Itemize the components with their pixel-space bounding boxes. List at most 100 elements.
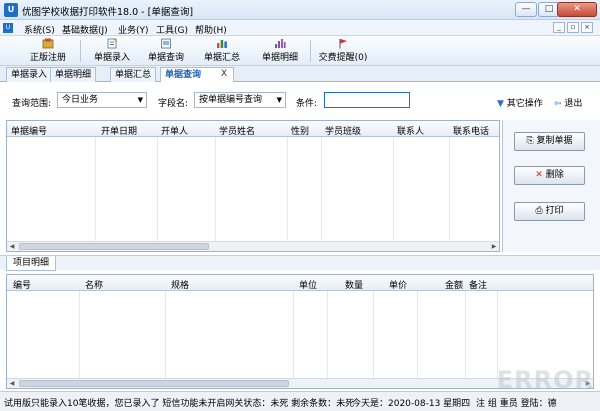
exit-label: 退出	[564, 99, 583, 109]
column-divider	[417, 291, 418, 379]
col-item-no[interactable]: 编号	[13, 278, 31, 291]
col-phone[interactable]: 联系电话	[453, 124, 489, 137]
col-issuer[interactable]: 开单人	[161, 124, 188, 137]
chevron-down-icon: ▼	[137, 96, 143, 104]
print-label: 打印	[545, 206, 564, 216]
column-divider	[321, 137, 322, 241]
column-divider	[215, 137, 216, 241]
query-icon	[161, 38, 171, 49]
close-button[interactable]: ✕	[557, 2, 597, 17]
status-bar: 试用版只能录入10笔收据，您已录入了 短信功能未开启网关状态：未死 剩余条数：未…	[0, 391, 600, 411]
col-student-name[interactable]: 学员姓名	[219, 124, 255, 137]
column-divider	[393, 137, 394, 241]
tab-summary[interactable]: 单据汇总	[110, 67, 157, 82]
menu-business[interactable]: 业务(Y)	[118, 23, 149, 36]
status-date: 今天是：2020-08-13 星期四	[352, 399, 471, 409]
summary-button[interactable]: 单据汇总	[198, 38, 246, 64]
reminder-button[interactable]: 交费提醒(0)	[316, 38, 370, 64]
exit-button[interactable]: ⇦ 退出	[554, 96, 582, 109]
menu-help[interactable]: 帮助(H)	[195, 23, 227, 36]
column-divider	[157, 137, 158, 241]
scroll-left-icon[interactable]: ◀	[7, 242, 17, 251]
register-button[interactable]: 正版注册	[22, 38, 74, 64]
tab-close-icon[interactable]: X	[221, 69, 227, 79]
col-item-price[interactable]: 单价	[389, 278, 407, 291]
other-ops-button[interactable]: ▼ 其它操作	[497, 96, 543, 109]
exit-icon: ⇦	[554, 99, 562, 109]
field-label: 字段名:	[158, 99, 189, 109]
col-item-remark[interactable]: 备注	[469, 278, 487, 291]
col-bill-no[interactable]: 单据编号	[11, 124, 47, 137]
col-item-unit[interactable]: 单位	[299, 278, 317, 291]
menu-app-icon: U	[3, 23, 13, 33]
status-tail: 注 组 重员 登陆：德	[476, 399, 557, 409]
delete-button[interactable]: ✕ 删除	[514, 166, 585, 185]
minimize-button[interactable]: —	[515, 2, 537, 17]
summary-label: 单据汇总	[203, 53, 240, 63]
print-button[interactable]: ⎙ 打印	[514, 202, 585, 221]
copy-icon: ⎘	[526, 136, 534, 146]
chevron-down-icon: ▼	[276, 96, 282, 104]
query-label: 单据查询	[147, 53, 184, 63]
col-contact[interactable]: 联系人	[397, 124, 424, 137]
register-icon	[42, 38, 54, 49]
register-label: 正版注册	[29, 53, 66, 63]
caret-down-icon: ▼	[497, 99, 504, 109]
field-select-value: 按单据编号查询	[199, 95, 263, 105]
detail-button[interactable]: 单据明细	[256, 38, 304, 64]
column-divider	[165, 291, 166, 379]
col-student-class[interactable]: 学员班级	[325, 124, 361, 137]
item-detail-header: 编号 名称 规格 单位 数量 单价 金额 备注	[7, 275, 593, 291]
query-button[interactable]: 单据查询	[142, 38, 190, 64]
entry-label: 单据录入	[93, 53, 130, 63]
scroll-left-icon[interactable]: ◀	[7, 379, 17, 388]
copy-bill-label: 复制单据	[536, 136, 573, 146]
col-item-qty[interactable]: 数量	[345, 278, 363, 291]
range-select-value: 今日业务	[62, 95, 99, 105]
toolbar-separator	[80, 40, 81, 62]
col-gender[interactable]: 性别	[291, 124, 309, 137]
range-select[interactable]: 今日业务 ▼	[57, 92, 147, 108]
col-item-spec[interactable]: 规格	[171, 278, 189, 291]
title-bar: U 优图学校收据打印软件18.0 - [单据查询] — □ ✕	[0, 0, 600, 20]
copy-bill-button[interactable]: ⎘ 复制单据	[514, 132, 585, 151]
bill-list-hscrollbar[interactable]: ◀ ▶	[7, 241, 499, 251]
column-divider	[373, 291, 374, 379]
col-item-name[interactable]: 名称	[85, 278, 103, 291]
column-divider	[79, 291, 80, 379]
menu-system[interactable]: 系统(S)	[24, 23, 55, 36]
scroll-thumb[interactable]	[19, 380, 289, 387]
mdi-close-button[interactable]: ×	[581, 22, 593, 33]
scroll-thumb[interactable]	[19, 243, 209, 250]
filter-bar: 查询范围: 今日业务 ▼ 字段名: 按单据编号查询 ▼ 条件: ▼ 其它操作 ⇦…	[0, 82, 600, 118]
tab-entry[interactable]: 单据录入	[6, 67, 53, 82]
range-label: 查询范围:	[12, 99, 52, 109]
delete-x-icon: ✕	[535, 170, 543, 180]
detail-tab-bar: 项目明细	[0, 255, 600, 271]
condition-input[interactable]	[324, 92, 410, 108]
tab-detail[interactable]: 单据明细	[50, 67, 97, 82]
col-bill-date[interactable]: 开单日期	[101, 124, 137, 137]
entry-button[interactable]: 单据录入	[88, 38, 136, 64]
column-divider	[287, 137, 288, 241]
reminder-flag-icon	[339, 39, 347, 49]
other-ops-label: 其它操作	[506, 99, 543, 109]
reminder-label: 交费提醒(0)	[318, 53, 368, 63]
mdi-restore-button[interactable]: ▫	[567, 22, 579, 33]
printer-icon: ⎙	[535, 206, 543, 216]
detail-icon	[275, 39, 286, 48]
field-select[interactable]: 按单据编号查询 ▼	[194, 92, 286, 108]
column-divider	[327, 291, 328, 379]
scroll-right-icon[interactable]: ▶	[489, 242, 499, 251]
watermark: ERROR	[496, 366, 594, 394]
menu-basic-data[interactable]: 基础数据(J)	[62, 23, 108, 36]
column-divider	[293, 291, 294, 379]
bill-list-grid[interactable]: 单据编号 开单日期 开单人 学员姓名 性别 学员班级 联系人 联系电话 ◀ ▶	[6, 120, 500, 252]
document-tab-bar: 单据录入 单据明细 单据汇总 单据查询 X	[0, 66, 600, 83]
tab-item-detail[interactable]: 项目明细	[6, 256, 57, 271]
column-divider	[95, 137, 96, 241]
col-item-amount[interactable]: 金额	[445, 278, 463, 291]
menu-tools[interactable]: 工具(G)	[156, 23, 188, 36]
mdi-minimize-button[interactable]: _	[553, 22, 565, 33]
bill-list-header: 单据编号 开单日期 开单人 学员姓名 性别 学员班级 联系人 联系电话	[7, 121, 499, 137]
